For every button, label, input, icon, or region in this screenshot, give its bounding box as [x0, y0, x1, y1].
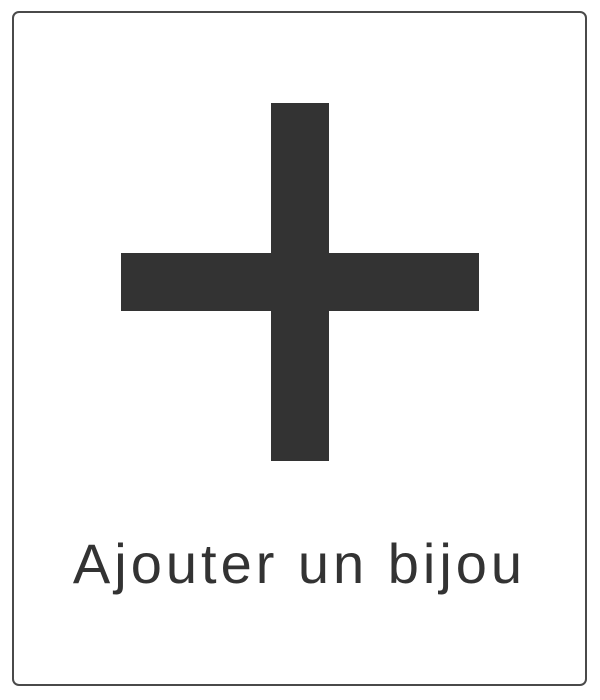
- add-jewel-label: Ajouter un bijou: [72, 532, 527, 595]
- plus-icon: [121, 103, 479, 461]
- add-jewel-card[interactable]: Ajouter un bijou: [12, 11, 587, 686]
